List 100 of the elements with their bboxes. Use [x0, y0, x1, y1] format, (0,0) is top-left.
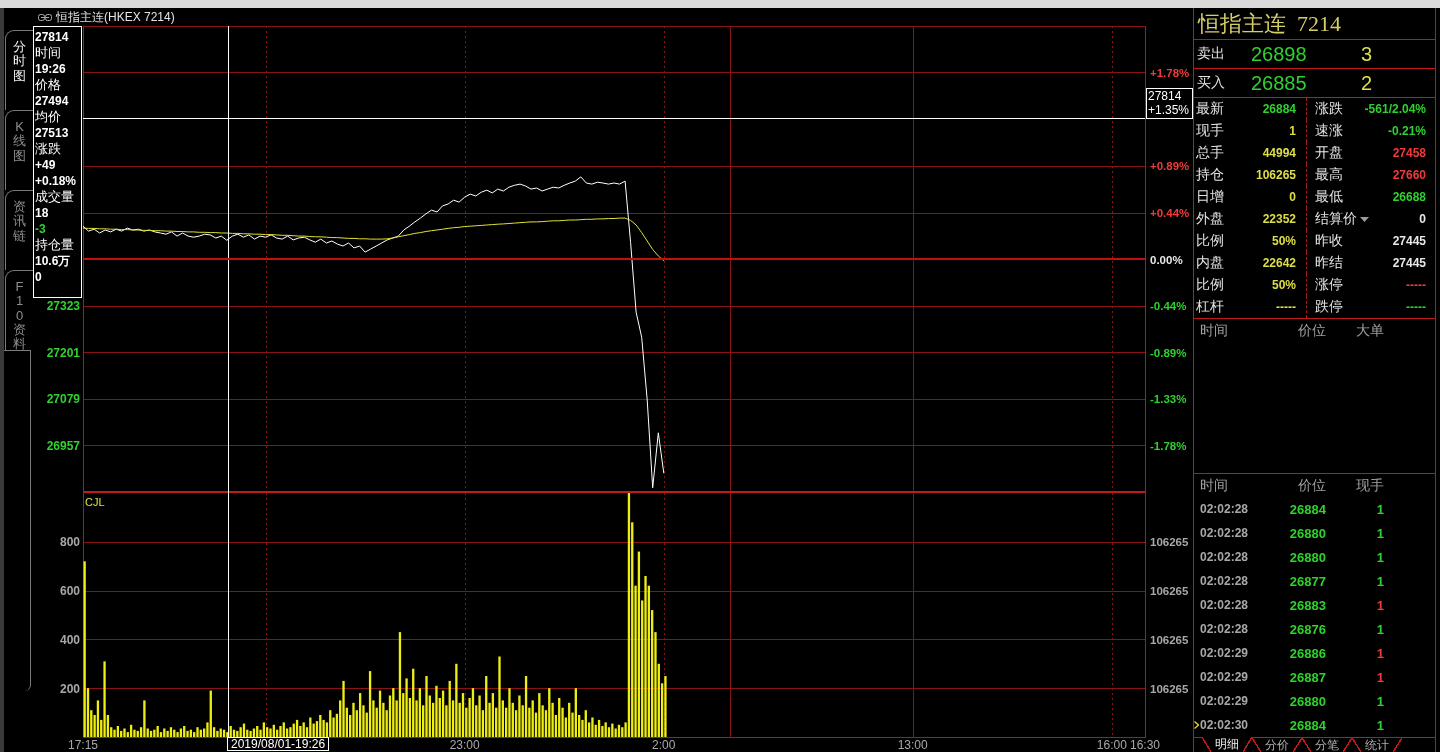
stat-value: 27445 — [1392, 234, 1426, 248]
stat-label: 比例 — [1196, 232, 1224, 250]
readout-value: 27513 — [35, 125, 69, 141]
trade-volume: 1 — [1376, 621, 1384, 637]
trade-price: 26880 — [1289, 525, 1326, 541]
cursor-percent-text: +1.35% — [1148, 103, 1190, 117]
price-axis-label: 27323 — [46, 299, 80, 314]
instrument-title: 恒指主连 7214 — [1198, 9, 1341, 38]
readout-label: 成交量 — [35, 189, 74, 205]
readout-value: 27494 — [35, 93, 69, 109]
volume-axis-label: 800 — [59, 535, 80, 550]
stat-label: 比例 — [1196, 276, 1224, 294]
volume-axis-label: 400 — [59, 632, 80, 647]
stat-value: 50% — [1271, 234, 1296, 248]
stat-label: 最新 — [1196, 100, 1224, 118]
readout-label: 时间 — [35, 45, 61, 61]
trade-price: 26880 — [1289, 549, 1326, 565]
readout-label: 涨跌 — [35, 141, 61, 157]
order-price: 26885 — [1251, 71, 1307, 95]
readout-label: 持仓量 — [35, 237, 74, 253]
readout-value: +49 — [35, 157, 56, 173]
order-volume: 3 — [1361, 42, 1373, 66]
volume-axis-label: 200 — [59, 681, 80, 696]
percent-axis-label: +0.89% — [1150, 160, 1190, 173]
stat-value: -0.21% — [1387, 124, 1426, 138]
trade-time: 02:02:29 — [1200, 670, 1250, 684]
column-header: 大单 — [1356, 321, 1384, 340]
trade-price: 26883 — [1289, 597, 1326, 613]
stat-label: 结算价 — [1315, 210, 1357, 228]
readout-label: 均价 — [35, 109, 61, 125]
stat-value: 22352 — [1262, 212, 1296, 226]
trade-time: 02:02:28 — [1200, 574, 1250, 588]
time-axis-label: 16:00 — [1096, 738, 1127, 752]
stat-label: 日增 — [1196, 188, 1224, 206]
percent-axis-label: +1.78% — [1150, 66, 1190, 79]
trade-time: 02:02:28 — [1200, 622, 1250, 636]
readout-value: +0.18% — [35, 173, 77, 189]
time-axis-label: 16:30 — [1130, 738, 1160, 752]
trade-price: 26876 — [1289, 621, 1326, 637]
order-side-label: 卖出 — [1197, 45, 1225, 63]
trade-volume: 1 — [1376, 573, 1384, 589]
stat-label: 杠杆 — [1196, 298, 1224, 316]
trade-price: 26886 — [1289, 645, 1326, 661]
stat-label: 涨跌 — [1315, 100, 1343, 118]
stat-label: 持仓 — [1196, 166, 1224, 184]
price-axis-label: 26957 — [46, 438, 80, 453]
percent-axis-label: +0.44% — [1150, 207, 1190, 220]
trade-price: 26884 — [1289, 501, 1326, 517]
trade-volume: 1 — [1376, 669, 1384, 685]
percent-axis-label: 0.00% — [1150, 253, 1183, 266]
trade-volume: 1 — [1376, 549, 1384, 565]
stat-value: 50% — [1271, 278, 1296, 292]
stat-label: 内盘 — [1196, 254, 1224, 272]
percent-axis-label: -0.44% — [1150, 299, 1187, 312]
stat-value: 0 — [1289, 190, 1296, 204]
stat-label: 最高 — [1315, 166, 1343, 184]
stat-value: 26688 — [1392, 190, 1426, 204]
trade-price: 26887 — [1289, 669, 1326, 685]
trade-volume: 1 — [1376, 693, 1384, 709]
stat-label: 昨收 — [1315, 232, 1343, 250]
stat-label: 速涨 — [1315, 122, 1343, 140]
price-axis-label: 27079 — [46, 392, 80, 407]
trade-volume: 1 — [1376, 501, 1384, 517]
readout-price: 27814 — [35, 29, 69, 45]
percent-axis-label: -1.33% — [1150, 392, 1187, 405]
cursor-time-label: 2019/08/01-19:26 — [227, 737, 330, 751]
column-header: 价位 — [1298, 321, 1326, 340]
time-axis-label: 2:00 — [652, 738, 676, 752]
trade-price: 26880 — [1289, 693, 1326, 709]
stat-label: 跌停 — [1315, 298, 1343, 316]
percent-axis-label: -0.89% — [1150, 346, 1187, 359]
trade-time: 02:02:30 — [1200, 718, 1250, 732]
stat-label: 昨结 — [1315, 254, 1343, 272]
trade-volume: 1 — [1376, 525, 1384, 541]
indicator-label: CJL — [85, 496, 105, 508]
stat-value: 27458 — [1392, 146, 1426, 160]
stat-value: 106265 — [1255, 168, 1296, 182]
time-axis-label: 17:15 — [68, 738, 98, 752]
trade-time: 02:02:29 — [1200, 694, 1250, 708]
stat-value: 27445 — [1392, 256, 1426, 270]
order-side-label: 买入 — [1197, 74, 1225, 92]
stat-value: 0 — [1419, 212, 1426, 226]
stat-value: ----- — [1276, 300, 1296, 314]
stat-label: 现手 — [1196, 122, 1224, 140]
time-axis-label: 13:00 — [897, 738, 928, 752]
column-header: 现手 — [1356, 476, 1384, 495]
order-price: 26898 — [1251, 42, 1307, 66]
chart-title: 恒指主连(HKEX 7214) — [56, 8, 175, 26]
stat-label: 开盘 — [1315, 144, 1343, 162]
stat-value: 22642 — [1262, 256, 1296, 270]
stat-label: 外盘 — [1196, 210, 1224, 228]
stat-value: 27660 — [1392, 168, 1426, 182]
open-interest-axis-label: 106265 — [1150, 585, 1189, 598]
open-interest-axis-label: 106265 — [1150, 682, 1189, 695]
stat-value: ----- — [1406, 278, 1426, 292]
trade-volume: 1 — [1376, 597, 1384, 613]
readout-value: 18 — [35, 205, 49, 221]
trade-volume: 1 — [1376, 717, 1384, 733]
readout-value: -3 — [35, 221, 46, 237]
column-header: 时间 — [1200, 321, 1229, 340]
